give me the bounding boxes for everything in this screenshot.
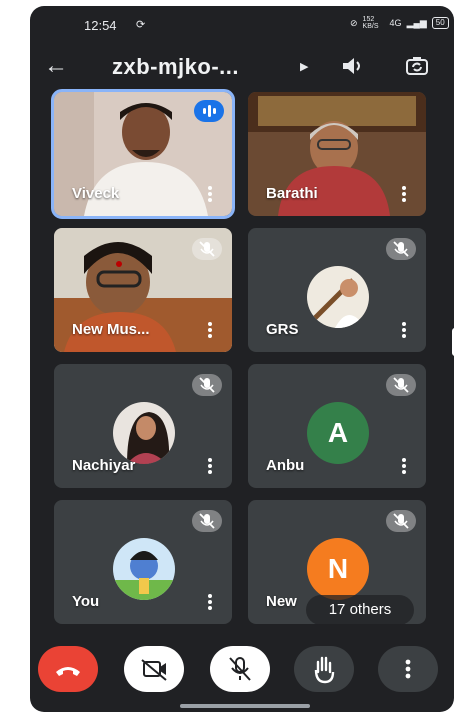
signal-icon: ▂▄▆: [406, 17, 427, 28]
video-off-icon: [141, 659, 167, 681]
caret-right-icon[interactable]: ▶: [300, 60, 308, 73]
mic-off-icon: [192, 374, 222, 396]
raise-hand-button[interactable]: [294, 646, 354, 692]
participant-name: New Mus...: [72, 321, 150, 338]
back-arrow-icon[interactable]: ←: [44, 52, 68, 80]
more-vert-icon[interactable]: [202, 456, 218, 476]
participant-tile-anbu[interactable]: A Anbu: [248, 364, 426, 488]
avatar-initial: A: [307, 402, 369, 464]
speaker-icon[interactable]: [340, 54, 366, 78]
mic-off-icon: [386, 238, 416, 260]
phone-hangup-icon: [56, 667, 80, 676]
more-vert-icon: [405, 659, 411, 679]
switch-camera-icon[interactable]: [404, 54, 430, 78]
participant-tile-viveck[interactable]: Viveck: [51, 89, 235, 219]
participant-tile-new-mus[interactable]: New Mus...: [54, 228, 232, 352]
mic-off-icon: [386, 374, 416, 396]
mic-off-icon: [192, 510, 222, 532]
participant-name: Barathi: [266, 185, 318, 202]
end-call-button[interactable]: [38, 646, 98, 692]
raise-hand-icon: [314, 656, 335, 684]
more-vert-icon[interactable]: [202, 592, 218, 612]
network-type: 4G: [389, 18, 402, 28]
participant-tile-you[interactable]: You: [54, 500, 232, 624]
participant-name: Viveck: [72, 185, 120, 202]
more-vert-icon[interactable]: [396, 184, 412, 204]
scrollbar-thumb[interactable]: [452, 328, 454, 356]
avatar: [113, 538, 175, 600]
call-controls: [30, 646, 454, 696]
status-bar: 12:54 ⟳ ⊘ 152 KB/S 4G ▂▄▆ 50: [30, 6, 454, 40]
avatar-initial: N: [307, 538, 369, 600]
more-vert-icon[interactable]: [396, 456, 412, 476]
net-speed: 152 KB/S: [362, 16, 379, 30]
participant-name: You: [72, 593, 100, 610]
meet-app-screen: 12:54 ⟳ ⊘ 152 KB/S 4G ▂▄▆ 50 ← zxb-mjko-…: [30, 6, 454, 712]
mic-off-icon: [192, 238, 222, 260]
mic-off-icon: [386, 510, 416, 532]
participant-name: GRS: [266, 321, 299, 338]
mic-toggle-button[interactable]: [210, 646, 270, 692]
avatar: [113, 402, 175, 464]
participant-name: Nachiyar: [72, 457, 136, 474]
camera-toggle-button[interactable]: [124, 646, 184, 692]
status-right: ⊘ 152 KB/S 4G ▂▄▆ 50: [350, 16, 449, 30]
meeting-topbar: ← zxb-mjko-... ▶: [30, 50, 454, 86]
more-vert-icon[interactable]: [202, 320, 218, 340]
audio-wave-icon: [194, 100, 224, 122]
home-indicator[interactable]: [180, 704, 310, 708]
more-vert-icon[interactable]: [396, 320, 412, 340]
participant-name: Anbu: [266, 457, 305, 474]
participant-name: New: [266, 593, 297, 610]
participant-tile-barathi[interactable]: Barathi: [248, 92, 426, 216]
avatar: [307, 266, 369, 328]
mic-off-icon: [229, 657, 251, 681]
more-vert-icon[interactable]: [202, 184, 218, 204]
participant-tile-grs[interactable]: GRS: [248, 228, 426, 352]
participant-tile-nachiyar[interactable]: Nachiyar: [54, 364, 232, 488]
meeting-title[interactable]: zxb-mjko-...: [112, 54, 239, 80]
sync-icon: ⟳: [136, 19, 146, 31]
others-count-chip[interactable]: 17 others: [306, 595, 414, 625]
status-time: 12:54: [84, 18, 117, 33]
more-options-button[interactable]: [378, 646, 438, 692]
dnd-icon: ⊘: [350, 17, 358, 28]
battery-icon: 50: [431, 17, 449, 29]
